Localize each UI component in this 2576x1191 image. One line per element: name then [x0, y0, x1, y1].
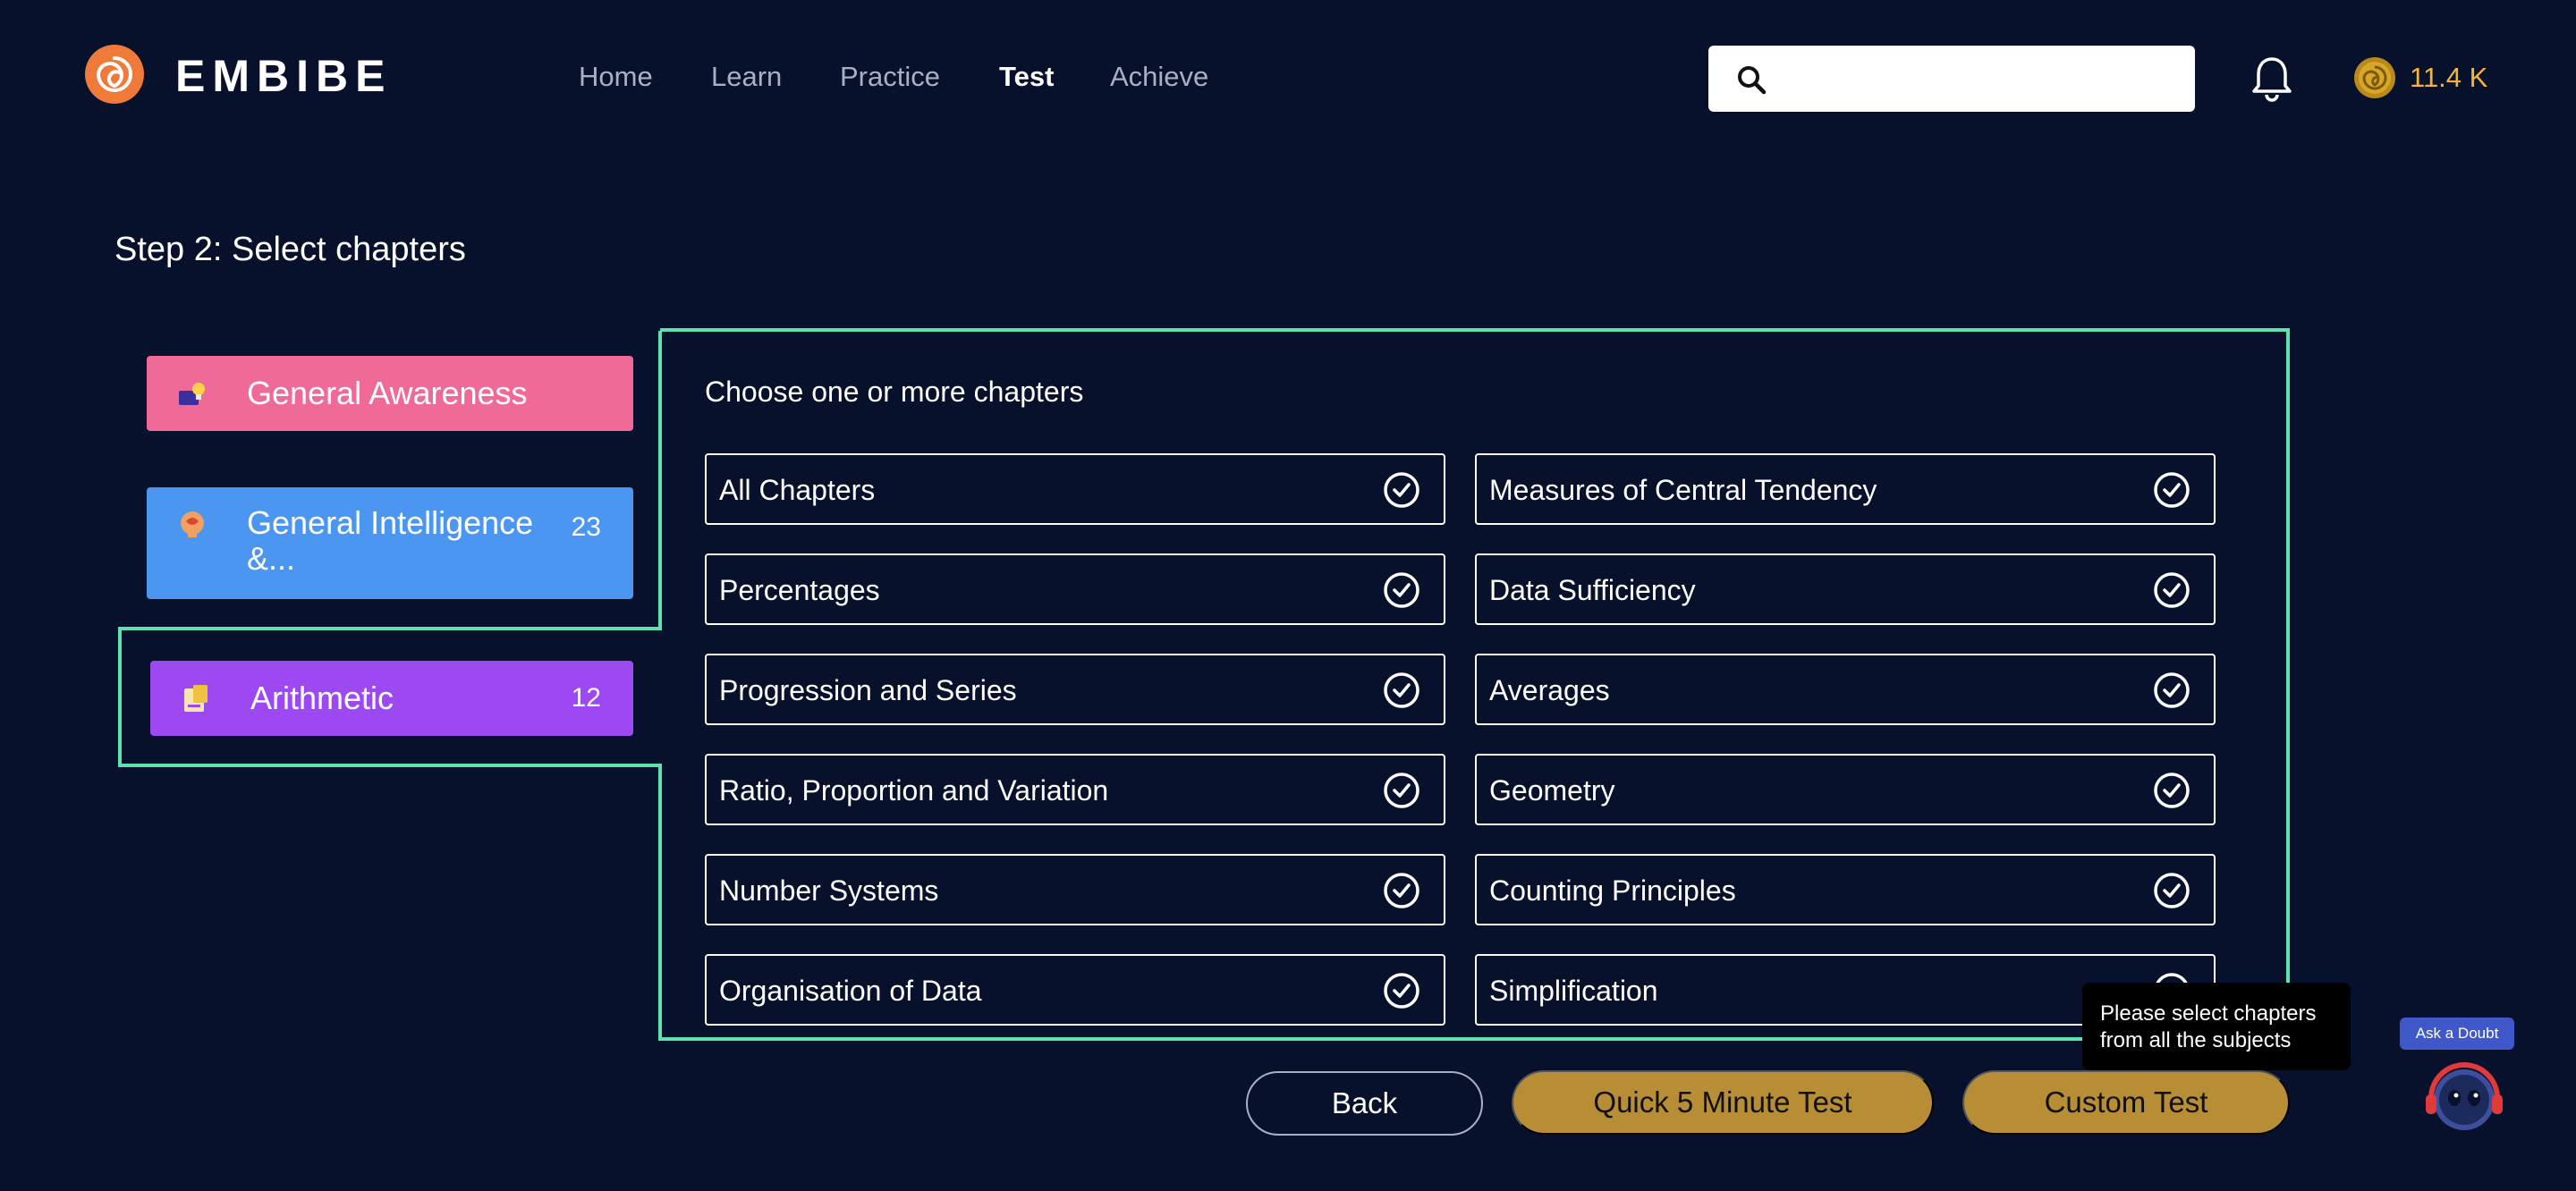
- search-icon: [1738, 66, 1767, 95]
- chapter-option[interactable]: Number Systems: [705, 854, 1445, 925]
- chapter-label: Measures of Central Tendency: [1489, 474, 1877, 506]
- subject-general-awareness[interactable]: General Awareness: [147, 356, 633, 431]
- check-circle-icon: [2154, 873, 2190, 908]
- chapter-label: Number Systems: [719, 874, 939, 907]
- check-circle-icon: [1384, 672, 1419, 708]
- bulb-icon: [179, 383, 205, 405]
- bell-icon[interactable]: [2245, 52, 2299, 106]
- check-circle-icon: [2154, 472, 2190, 508]
- chapter-option[interactable]: Percentages: [705, 553, 1445, 625]
- chapter-label: Simplification: [1489, 975, 1658, 1007]
- ask-doubt-label[interactable]: Ask a Doubt: [2400, 1018, 2514, 1050]
- nav-achieve[interactable]: Achieve: [1110, 61, 1208, 93]
- chapter-option[interactable]: Counting Principles: [1475, 854, 2216, 925]
- check-circle-icon: [1384, 472, 1419, 508]
- calculator-icon: [184, 685, 208, 712]
- check-circle-icon: [1384, 572, 1419, 608]
- subject-label: General Awareness: [247, 375, 528, 411]
- robot-icon[interactable]: [2422, 1052, 2506, 1136]
- back-button[interactable]: Back: [1246, 1071, 1483, 1136]
- chapter-label: Counting Principles: [1489, 874, 1736, 907]
- chapter-grid: All Chapters Measures of Central Tendenc…: [705, 453, 2216, 1026]
- nav-learn[interactable]: Learn: [711, 61, 782, 93]
- chapters-panel-title: Choose one or more chapters: [705, 376, 1084, 408]
- subject-label: General Intelligence &...: [247, 504, 534, 577]
- chapter-option[interactable]: Ratio, Proportion and Variation: [705, 754, 1445, 825]
- subject-general-intelligence[interactable]: General Intelligence &... 23: [147, 487, 633, 599]
- check-circle-icon: [2154, 572, 2190, 608]
- chapter-option[interactable]: Progression and Series: [705, 654, 1445, 725]
- chapter-label: Geometry: [1489, 774, 1615, 807]
- check-circle-icon: [1384, 873, 1419, 908]
- subject-count: 12: [571, 683, 601, 713]
- coin-icon: [2354, 57, 2395, 98]
- custom-test-button[interactable]: Custom Test: [1962, 1070, 2290, 1135]
- chapter-label: Progression and Series: [719, 674, 1017, 706]
- quick-test-button[interactable]: Quick 5 Minute Test: [1512, 1070, 1934, 1135]
- nav-practice[interactable]: Practice: [840, 61, 940, 93]
- chapter-label: Organisation of Data: [719, 975, 982, 1007]
- embibe-logo-icon[interactable]: [85, 45, 144, 104]
- chapter-option[interactable]: Measures of Central Tendency: [1475, 453, 2216, 525]
- nav-home[interactable]: Home: [579, 61, 653, 93]
- chapter-option[interactable]: Geometry: [1475, 754, 2216, 825]
- page-title: Step 2: Select chapters: [114, 231, 466, 268]
- search-input[interactable]: [1780, 46, 2174, 112]
- chapter-label: Ratio, Proportion and Variation: [719, 774, 1109, 807]
- chapter-option[interactable]: Data Sufficiency: [1475, 553, 2216, 625]
- subject-arithmetic[interactable]: Arithmetic 12: [150, 661, 633, 736]
- search-bar[interactable]: [1708, 46, 2195, 112]
- nav-test[interactable]: Test: [999, 61, 1054, 93]
- subject-label: Arithmetic: [250, 680, 394, 716]
- chapter-option[interactable]: Averages: [1475, 654, 2216, 725]
- check-circle-icon: [2154, 773, 2190, 808]
- check-circle-icon: [1384, 973, 1419, 1009]
- coin-balance: 11.4 K: [2410, 62, 2488, 93]
- chapter-option[interactable]: Organisation of Data: [705, 954, 1445, 1026]
- subject-count: 23: [571, 512, 601, 542]
- tooltip: Please select chapters from all the subj…: [2082, 983, 2351, 1070]
- chapter-option[interactable]: All Chapters: [705, 453, 1445, 525]
- chapter-label: Averages: [1489, 674, 1610, 706]
- embibe-logo-text[interactable]: EMBIBE: [175, 50, 392, 102]
- chapter-label: Percentages: [719, 574, 880, 606]
- chapter-label: All Chapters: [719, 474, 876, 506]
- brain-icon: [181, 511, 204, 537]
- chapter-label: Data Sufficiency: [1489, 574, 1696, 606]
- check-circle-icon: [1384, 773, 1419, 808]
- check-circle-icon: [2154, 672, 2190, 708]
